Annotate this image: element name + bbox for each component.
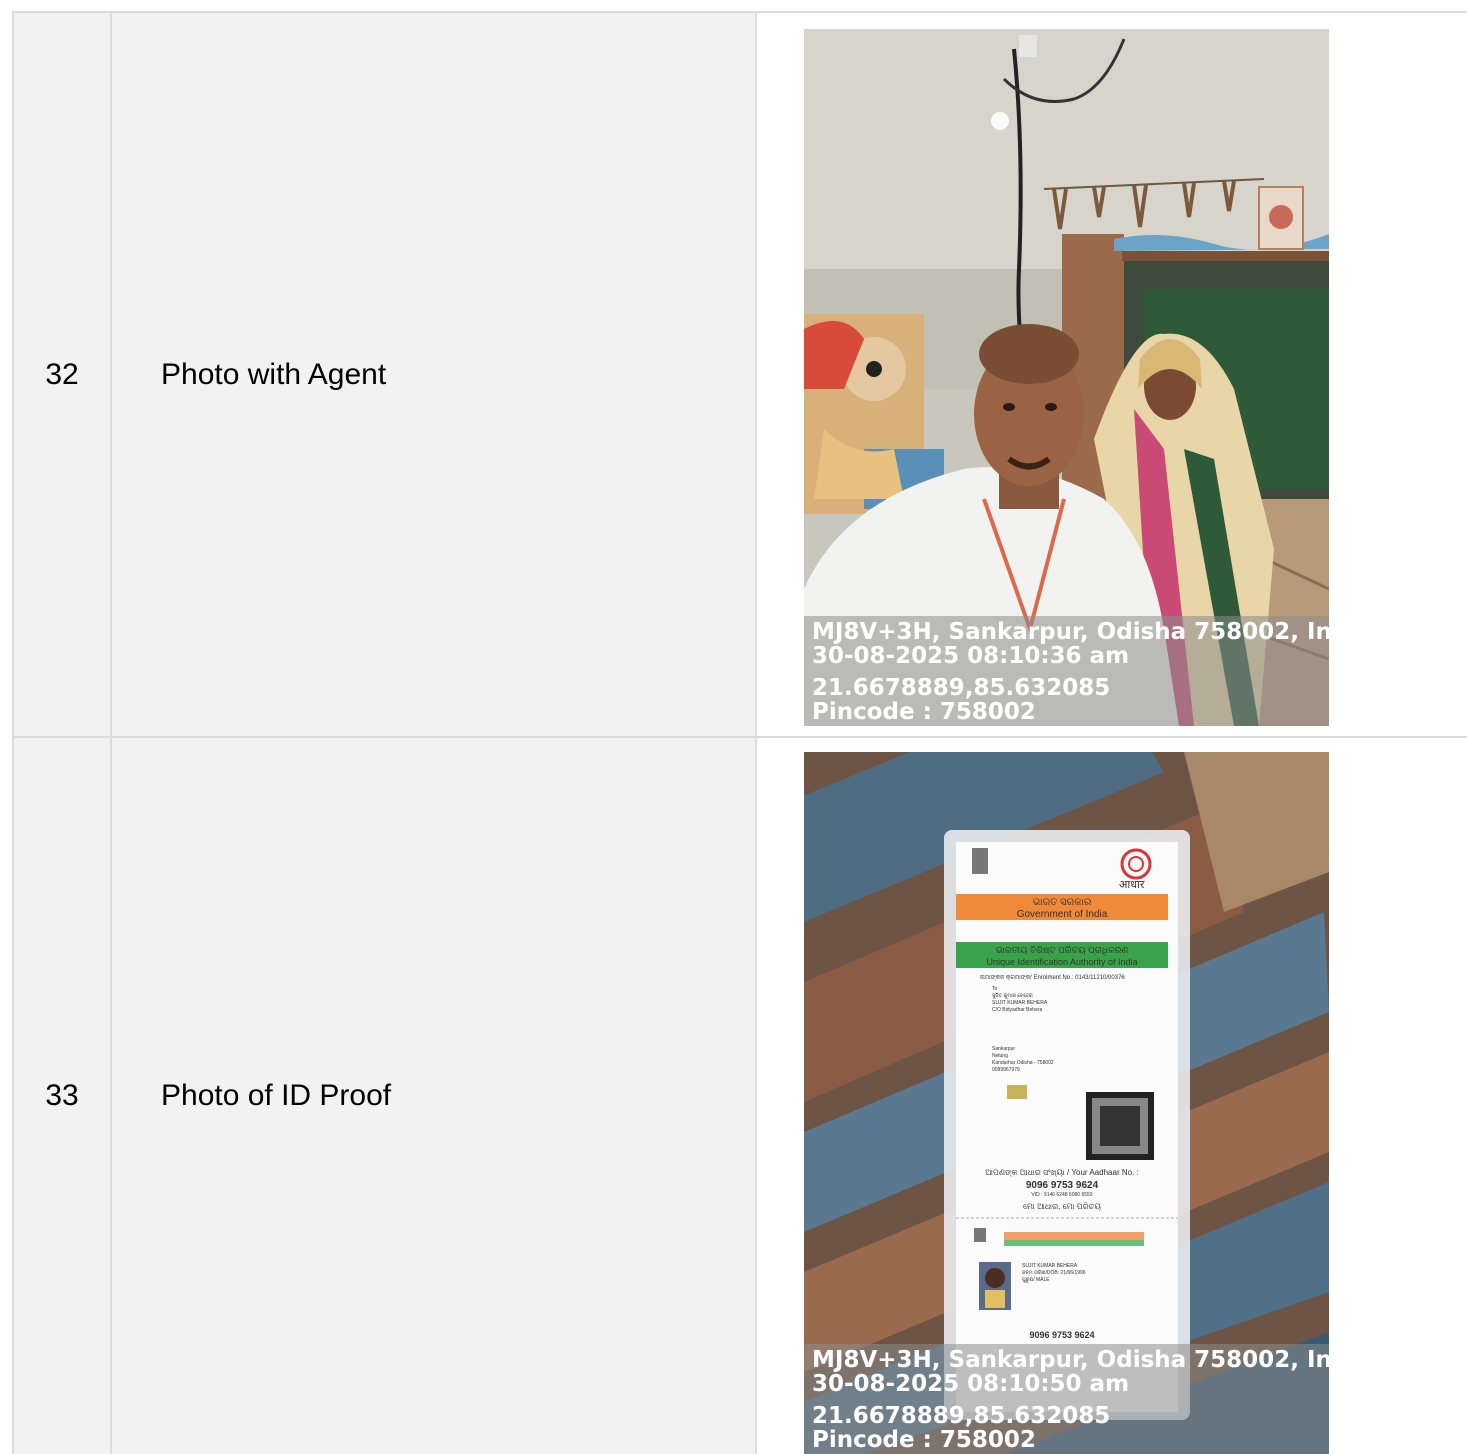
id-proof-photo[interactable]: आधार ଭାରତ ସରକାର Government of India ଭାରତ… [804,752,1329,1454]
id-address-line: 0099967979 [992,1067,1020,1073]
id-small-name: SUJIT KUMAR BEHERA [1022,1263,1078,1269]
id-authority-odia: ଭାରତୀୟ ବିଶିଷ୍ଟ ପରିଚୟ ପ୍ରାଧିକରଣ [996,945,1129,956]
geotag-pincode: Pincode : 758002 [812,699,1036,725]
id-to-line: SUJIT KUMAR BEHERA [992,1000,1048,1006]
table-row: 32 Photo with Agent MJ8V+3H, Sankarpur, … [14,13,1467,738]
id-authority-en: Unique Identification Authority of India [986,957,1137,967]
geotag-coordinates: 21.6678889,85.632085 [812,1403,1111,1429]
id-small-gender: ପୁରୁଷ/ MALE [1022,1277,1050,1283]
geotag-coordinates: 21.6678889,85.632085 [812,675,1111,701]
row-number: 32 [14,13,112,736]
geotag-pincode: Pincode : 758002 [812,1427,1036,1453]
id-address-line: Kandarhar Odisha - 758002 [992,1060,1054,1066]
geotag-datetime: 30-08-2025 08:10:50 am [812,1371,1130,1397]
id-address-line: Sankarpur [992,1046,1015,1052]
id-address-line: Nelung [992,1053,1008,1059]
geotag-datetime: 30-08-2025 08:10:36 am [812,643,1130,669]
id-small-aadhaar: 9096 9753 9624 [1029,1330,1094,1340]
geotag-overlay: MJ8V+3H, Sankarpur, Odisha 758002, India… [804,1344,1329,1454]
photo-cell: आधार ଭାରତ ସରକାର Government of India ଭାରତ… [757,738,1467,1454]
details-table: 32 Photo with Agent MJ8V+3H, Sankarpur, … [12,11,1467,1454]
agent-photo[interactable]: MJ8V+3H, Sankarpur, Odisha 758002, India… [804,29,1329,726]
id-small-dob: ଜନ୍ମ ତାରିଖ/DOB: 21/06/1996 [1022,1269,1086,1276]
id-to-line: ସୁଜିତ କୁମାର ବେହେରା [992,992,1033,999]
geotag-overlay: MJ8V+3H, Sankarpur, Odisha 758002, India… [804,616,1329,726]
id-slogan: ମୋ ଆଧାର, ମୋ ପରିଚୟ [1023,1202,1101,1212]
id-gov-en: Government of India [1017,909,1108,920]
table-row: 33 Photo of ID Proof आधार ଭାରତ ସରକାର Gov… [14,738,1467,1454]
geotag-address: MJ8V+3H, Sankarpur, Odisha 758002, India… [812,1347,1329,1373]
aadhaar-logo-text: आधार [1119,879,1145,891]
id-aadhaar-number: 9096 9753 9624 [1026,1180,1099,1191]
id-enrolment: ନାମାଙ୍କନ କ୍ରମାଙ୍କ/ Enrolment No.: 0143/1… [980,975,1125,981]
row-label: Photo with Agent [112,13,757,736]
row-label: Photo of ID Proof [112,738,757,1454]
id-to-line: C/O Bidyadhar Behera [992,1007,1043,1013]
id-your-aadhaar: ଆପଣଙ୍କ ଆଧାର ସଂଖ୍ୟା / Your Aadhaar No. : [985,1168,1138,1178]
id-to-line: To [992,986,998,992]
row-number: 33 [14,738,112,1454]
id-gov-odia: ଭାରତ ସରକାର [1033,897,1092,908]
geotag-address: MJ8V+3H, Sankarpur, Odisha 758002, India… [812,619,1329,645]
photo-cell: MJ8V+3H, Sankarpur, Odisha 758002, India… [757,13,1467,736]
id-vid: VID : 9146 6248 6080 6550 [1031,1192,1092,1198]
